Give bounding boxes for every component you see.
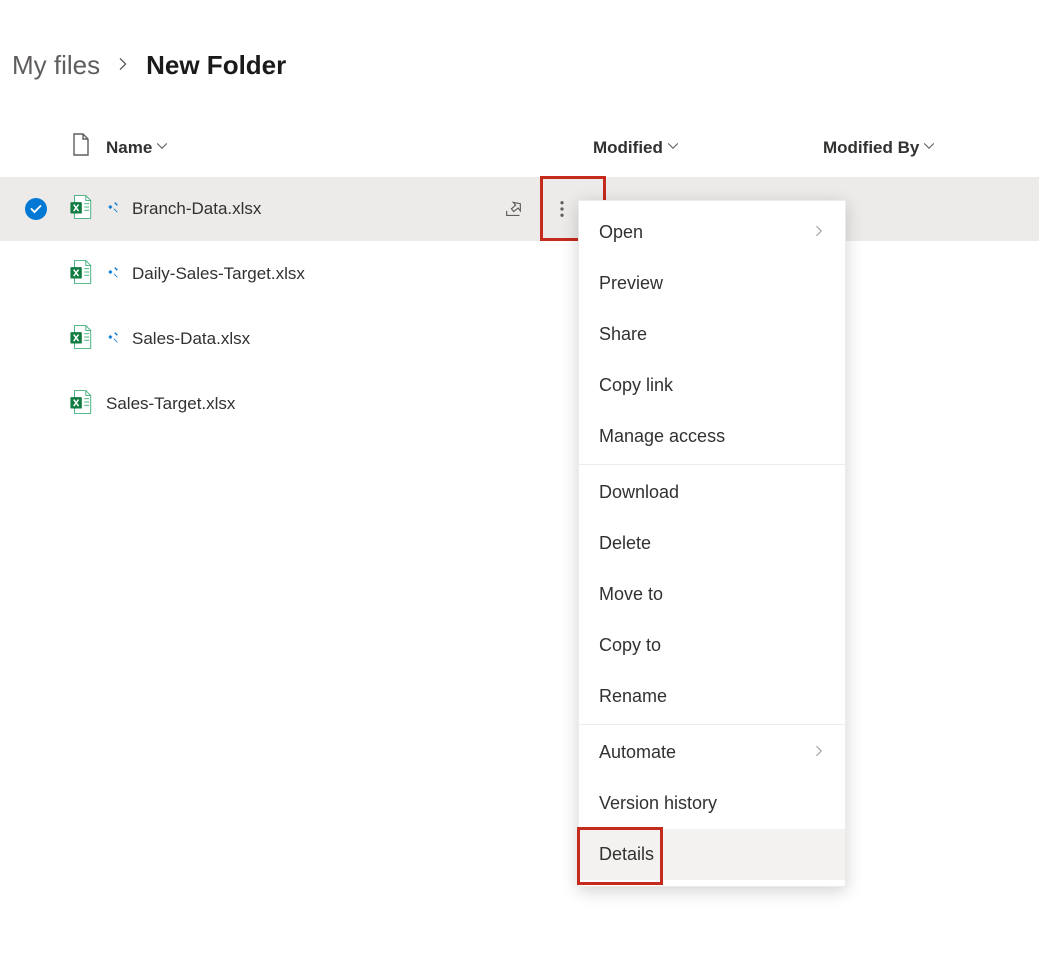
menu-item-label: Download [599,482,679,503]
file-table: Name Modified Modified By [0,121,1039,436]
menu-item-label: Version history [599,793,717,814]
menu-item-delete[interactable]: Delete [579,518,845,569]
excel-file-icon [68,389,94,420]
menu-item-share[interactable]: Share [579,309,845,360]
table-row[interactable]: Daily-Sales-Target.xlsx [0,241,1039,306]
chevron-right-icon [116,55,130,76]
share-icon[interactable] [503,198,525,220]
menu-item-label: Open [599,222,643,243]
menu-item-label: Move to [599,584,663,605]
column-modifiedby-label: Modified By [823,138,919,158]
menu-item-copy-to[interactable]: Copy to [579,620,845,671]
menu-item-details[interactable]: Details [579,829,845,880]
menu-item-label: Details [599,844,654,865]
chevron-down-icon [667,140,679,155]
breadcrumb: My files New Folder [0,0,1039,121]
table-row[interactable]: Sales-Data.xlsx [0,306,1039,371]
selected-check-icon[interactable] [25,198,47,220]
chevron-down-icon [923,140,935,155]
menu-item-label: Preview [599,273,663,294]
new-indicator-icon [106,330,120,349]
menu-item-manage-access[interactable]: Manage access [579,411,845,462]
menu-item-move-to[interactable]: Move to [579,569,845,620]
new-indicator-icon [106,265,120,284]
file-name[interactable]: Sales-Data.xlsx [132,329,250,349]
chevron-right-icon [813,224,825,242]
chevron-right-icon [813,744,825,762]
column-name-label: Name [106,138,152,158]
more-actions-icon[interactable] [552,199,572,219]
table-header: Name Modified Modified By [0,121,1039,176]
column-header-modified[interactable]: Modified [593,138,823,158]
column-header-modified-by[interactable]: Modified By [823,138,1023,158]
menu-item-version-history[interactable]: Version history [579,778,845,829]
menu-item-label: Manage access [599,426,725,447]
new-indicator-icon [106,200,120,219]
excel-file-icon [68,194,94,225]
document-icon [71,133,91,162]
column-modified-label: Modified [593,138,663,158]
table-row[interactable]: Sales-Target.xlsx [0,371,1039,436]
menu-item-open[interactable]: Open [579,207,845,258]
menu-item-label: Copy link [599,375,673,396]
breadcrumb-current[interactable]: New Folder [146,50,286,81]
menu-item-rename[interactable]: Rename [579,671,845,722]
column-header-name[interactable]: Name [106,138,503,158]
context-menu: Open Preview Share Copy link Manage acce… [578,200,846,887]
menu-item-label: Delete [599,533,651,554]
menu-item-label: Copy to [599,635,661,656]
menu-item-copy-link[interactable]: Copy link [579,360,845,411]
chevron-down-icon [156,140,168,155]
menu-item-label: Automate [599,742,676,763]
excel-file-icon [68,259,94,290]
menu-item-label: Share [599,324,647,345]
menu-divider [579,464,845,465]
file-name[interactable]: Branch-Data.xlsx [132,199,261,219]
breadcrumb-root[interactable]: My files [12,50,100,81]
menu-item-download[interactable]: Download [579,467,845,518]
file-name[interactable]: Sales-Target.xlsx [106,394,235,414]
menu-divider [579,724,845,725]
file-name[interactable]: Daily-Sales-Target.xlsx [132,264,305,284]
menu-item-label: Rename [599,686,667,707]
excel-file-icon [68,324,94,355]
menu-item-preview[interactable]: Preview [579,258,845,309]
menu-item-automate[interactable]: Automate [579,727,845,778]
table-row[interactable]: Branch-Data.xlsx [0,176,1039,241]
